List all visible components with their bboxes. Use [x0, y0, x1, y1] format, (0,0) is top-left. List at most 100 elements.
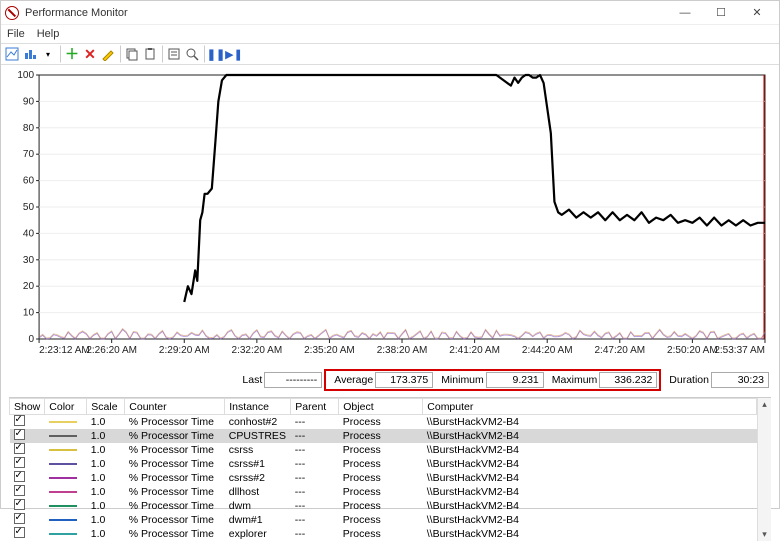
- cell-object: Process: [339, 471, 423, 485]
- color-swatch: [49, 449, 77, 451]
- table-row[interactable]: 1.0% Processor Timecsrss#1---Process\\Bu…: [10, 457, 757, 471]
- cell-computer: \\BurstHackVM2-B4: [423, 429, 757, 443]
- legend-panel: Show Color Scale Counter Instance Parent…: [9, 397, 771, 541]
- cell-parent: ---: [291, 499, 339, 513]
- col-counter[interactable]: Counter: [125, 399, 225, 415]
- toolbar-separator: [117, 45, 121, 63]
- table-row[interactable]: 1.0% Processor Timeexplorer---Process\\B…: [10, 527, 757, 541]
- show-checkbox[interactable]: [14, 527, 25, 538]
- col-computer[interactable]: Computer: [423, 399, 757, 415]
- cell-computer: \\BurstHackVM2-B4: [423, 485, 757, 499]
- menu-help[interactable]: Help: [37, 28, 60, 40]
- scroll-down-icon[interactable]: ▾: [761, 528, 768, 541]
- duration-label: Duration: [669, 374, 709, 386]
- show-checkbox[interactable]: [14, 471, 25, 482]
- cell-instance: explorer: [225, 527, 291, 541]
- col-show[interactable]: Show: [10, 399, 45, 415]
- show-checkbox[interactable]: [14, 513, 25, 524]
- col-scale[interactable]: Scale: [87, 399, 125, 415]
- cell-parent: ---: [291, 513, 339, 527]
- toolbar-separator: [201, 45, 205, 63]
- table-row[interactable]: 1.0% Processor Timecsrss#2---Process\\Bu…: [10, 471, 757, 485]
- counter-table[interactable]: Show Color Scale Counter Instance Parent…: [9, 398, 757, 541]
- copy-icon[interactable]: [123, 45, 141, 63]
- title-bar: Performance Monitor — ☐ ✕: [1, 1, 779, 25]
- view-graph-icon[interactable]: [3, 45, 21, 63]
- stats-bar: Last --------- Average 173.375 Minimum 9…: [1, 365, 779, 395]
- table-row[interactable]: 1.0% Processor Timedllhost---Process\\Bu…: [10, 485, 757, 499]
- show-checkbox[interactable]: [14, 499, 25, 510]
- show-checkbox[interactable]: [14, 485, 25, 496]
- svg-text:30: 30: [23, 255, 35, 266]
- color-swatch: [49, 533, 77, 535]
- toolbar: ▾ ＋ ✕ ❚❚ ▶❚: [1, 43, 779, 65]
- delete-counter-icon[interactable]: ✕: [81, 45, 99, 63]
- view-histogram-icon[interactable]: [21, 45, 39, 63]
- color-swatch: [49, 505, 77, 507]
- cell-computer: \\BurstHackVM2-B4: [423, 513, 757, 527]
- col-color[interactable]: Color: [45, 399, 87, 415]
- update-icon[interactable]: ▶❚: [225, 45, 243, 63]
- svg-text:2:29:20 AM: 2:29:20 AM: [159, 345, 210, 356]
- cell-instance: csrss#2: [225, 471, 291, 485]
- table-row[interactable]: 1.0% Processor Timeconhost#2---Process\\…: [10, 415, 757, 430]
- toolbar-separator: [159, 45, 163, 63]
- stats-highlight-box: Average 173.375 Minimum 9.231 Maximum 33…: [324, 369, 661, 391]
- svg-text:0: 0: [28, 334, 34, 345]
- cell-object: Process: [339, 527, 423, 541]
- cell-parent: ---: [291, 443, 339, 457]
- zoom-icon[interactable]: [183, 45, 201, 63]
- col-object[interactable]: Object: [339, 399, 423, 415]
- minimum-label: Minimum: [441, 374, 484, 386]
- table-row[interactable]: 1.0% Processor TimeCPUSTRES---Process\\B…: [10, 429, 757, 443]
- show-checkbox[interactable]: [14, 415, 25, 426]
- cell-instance: csrss: [225, 443, 291, 457]
- cell-parent: ---: [291, 471, 339, 485]
- properties-icon[interactable]: [165, 45, 183, 63]
- legend-scrollbar[interactable]: ▴ ▾: [757, 398, 771, 541]
- col-instance[interactable]: Instance: [225, 399, 291, 415]
- svg-text:2:50:20 AM: 2:50:20 AM: [667, 345, 718, 356]
- window-title: Performance Monitor: [25, 7, 667, 19]
- paste-icon[interactable]: [141, 45, 159, 63]
- svg-text:60: 60: [23, 176, 35, 187]
- cell-computer: \\BurstHackVM2-B4: [423, 415, 757, 430]
- svg-text:50: 50: [23, 202, 35, 213]
- close-button[interactable]: ✕: [739, 2, 775, 24]
- freeze-icon[interactable]: ❚❚: [207, 45, 225, 63]
- add-counter-icon[interactable]: ＋: [63, 45, 81, 63]
- show-checkbox[interactable]: [14, 457, 25, 468]
- cell-instance: conhost#2: [225, 415, 291, 430]
- cell-computer: \\BurstHackVM2-B4: [423, 499, 757, 513]
- cell-scale: 1.0: [87, 457, 125, 471]
- cell-counter: % Processor Time: [125, 415, 225, 430]
- cell-scale: 1.0: [87, 485, 125, 499]
- color-swatch: [49, 477, 77, 479]
- table-row[interactable]: 1.0% Processor Timedwm#1---Process\\Burs…: [10, 513, 757, 527]
- show-checkbox[interactable]: [14, 429, 25, 440]
- minimize-button[interactable]: —: [667, 2, 703, 24]
- svg-text:40: 40: [23, 228, 35, 239]
- table-header-row: Show Color Scale Counter Instance Parent…: [10, 399, 757, 415]
- cell-counter: % Processor Time: [125, 471, 225, 485]
- svg-text:2:53:37 AM: 2:53:37 AM: [714, 345, 765, 356]
- highlight-icon[interactable]: [99, 45, 117, 63]
- app-icon: [5, 6, 19, 20]
- col-parent[interactable]: Parent: [291, 399, 339, 415]
- cell-object: Process: [339, 429, 423, 443]
- svg-text:100: 100: [17, 70, 34, 81]
- scroll-up-icon[interactable]: ▴: [761, 398, 768, 411]
- maximize-button[interactable]: ☐: [703, 2, 739, 24]
- cell-object: Process: [339, 457, 423, 471]
- show-checkbox[interactable]: [14, 443, 25, 454]
- table-row[interactable]: 1.0% Processor Timecsrss---Process\\Burs…: [10, 443, 757, 457]
- table-row[interactable]: 1.0% Processor Timedwm---Process\\BurstH…: [10, 499, 757, 513]
- last-value: ---------: [264, 372, 322, 388]
- menu-file[interactable]: File: [7, 28, 25, 40]
- cell-counter: % Processor Time: [125, 527, 225, 541]
- color-swatch: [49, 421, 77, 423]
- svg-text:2:26:20 AM: 2:26:20 AM: [86, 345, 137, 356]
- view-report-dropdown-icon[interactable]: ▾: [39, 45, 57, 63]
- duration-value: 30:23: [711, 372, 769, 388]
- svg-text:2:41:20 AM: 2:41:20 AM: [449, 345, 500, 356]
